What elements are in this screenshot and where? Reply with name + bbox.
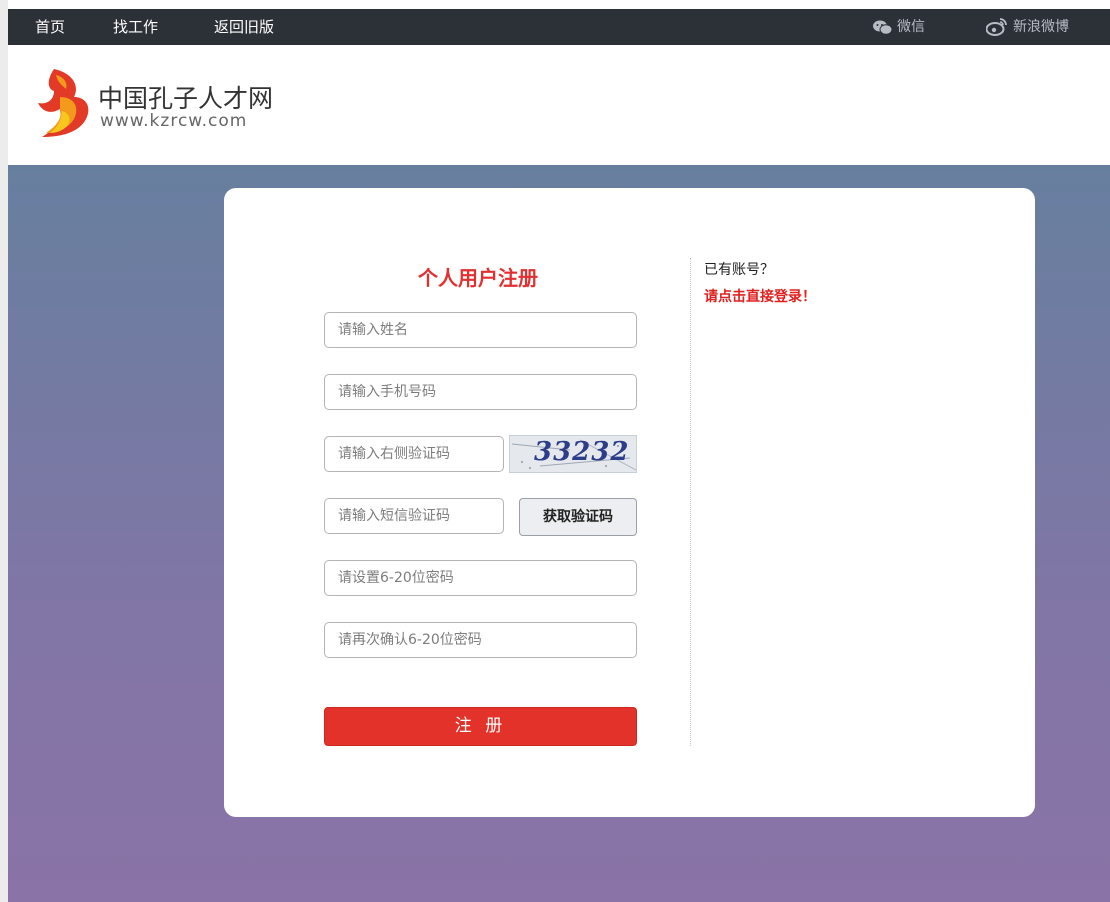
- password-confirm-field[interactable]: [324, 622, 637, 658]
- weibo-label: 新浪微博: [1013, 19, 1069, 35]
- site-header: 中国孔子人才网 www.kzrcw.com: [8, 45, 1110, 165]
- register-button[interactable]: 注 册: [324, 707, 637, 746]
- password-field[interactable]: [324, 560, 637, 596]
- wechat-icon: [873, 20, 892, 35]
- login-link[interactable]: 请点击直接登录！: [704, 286, 816, 306]
- captcha-input[interactable]: [338, 437, 503, 471]
- wechat-label: 微信: [897, 19, 925, 35]
- sms-code-field[interactable]: [324, 498, 504, 534]
- vertical-divider: [690, 258, 691, 746]
- page-title: 个人用户注册: [418, 266, 538, 290]
- get-sms-code-button[interactable]: 获取验证码: [519, 498, 637, 536]
- logo-site-name: 中国孔子人才网: [98, 84, 274, 113]
- have-account-text: 已有账号？: [704, 262, 774, 278]
- password-confirm-input[interactable]: [338, 623, 636, 657]
- weibo-icon: [986, 18, 1007, 36]
- name-field[interactable]: [324, 312, 637, 348]
- page-left-margin: [0, 0, 8, 902]
- top-nav-bar: 首页 找工作 返回旧版 微信 新浪微博: [8, 9, 1110, 45]
- wechat-link[interactable]: 微信: [873, 9, 925, 45]
- nav-old-version-link[interactable]: 返回旧版: [214, 9, 274, 45]
- weibo-link[interactable]: 新浪微博: [986, 9, 1069, 45]
- captcha-field[interactable]: [324, 436, 504, 472]
- sms-code-input[interactable]: [338, 499, 503, 533]
- nav-home-link[interactable]: 首页: [35, 9, 65, 45]
- nav-find-job-link[interactable]: 找工作: [113, 9, 158, 45]
- phone-field[interactable]: [324, 374, 637, 410]
- logo-site-url: www.kzrcw.com: [100, 111, 248, 131]
- password-input[interactable]: [338, 561, 636, 595]
- captcha-code: 33232: [534, 437, 630, 467]
- registration-card: 个人用户注册 33232 获取验证码 注 册 已有账号？ 请点击直接登录！: [224, 188, 1035, 817]
- captcha-image[interactable]: 33232: [509, 435, 637, 473]
- name-input[interactable]: [338, 313, 636, 347]
- phone-input[interactable]: [338, 375, 636, 409]
- logo-phoenix-icon[interactable]: [34, 67, 96, 139]
